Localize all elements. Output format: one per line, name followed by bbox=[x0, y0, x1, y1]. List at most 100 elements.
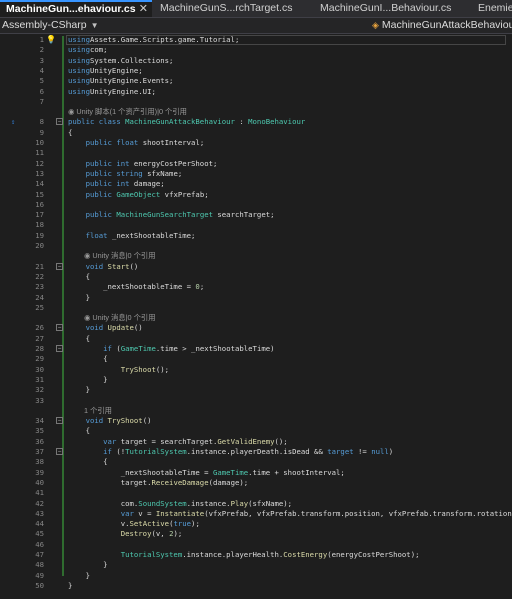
code-line[interactable]: 39 _nextShootableTime = GameTime.time + … bbox=[0, 468, 512, 478]
code-text[interactable]: _nextShootableTime = 0; bbox=[68, 282, 204, 292]
code-line[interactable]: 19 float _nextShootableTime; bbox=[0, 231, 512, 241]
code-text[interactable]: if (!TutorialSystem.instance.playerDeath… bbox=[68, 447, 393, 457]
fold-toggle-icon[interactable]: − bbox=[56, 448, 63, 455]
lightbulb-icon[interactable]: 💡 bbox=[46, 35, 56, 44]
fold-toggle-icon[interactable]: − bbox=[56, 118, 63, 126]
code-line[interactable]: 7 bbox=[0, 97, 512, 107]
code-line[interactable]: 10 public float shootInterval; bbox=[0, 138, 512, 148]
code-line[interactable]: 6 usingUnityEngine.UI; bbox=[0, 87, 512, 97]
code-line[interactable]: 32 } bbox=[0, 385, 512, 395]
code-text[interactable]: var target = searchTarget.GetValidEnemy(… bbox=[68, 437, 288, 447]
tab-machinegun-search-target[interactable]: MachineGunS...rchTarget.cs bbox=[154, 0, 312, 17]
code-line[interactable]: 22 { bbox=[0, 272, 512, 282]
code-text[interactable]: { bbox=[68, 354, 107, 364]
code-text[interactable]: { bbox=[68, 272, 90, 282]
code-line[interactable]: 12 public int energyCostPerShoot; bbox=[0, 159, 512, 169]
code-line[interactable]: 46 bbox=[0, 540, 512, 550]
code-line[interactable]: 14 public int damage; bbox=[0, 179, 512, 189]
code-text[interactable]: usingUnityEngine.Events; bbox=[68, 76, 173, 86]
code-text[interactable]: } bbox=[68, 560, 107, 570]
code-line[interactable]: 42 com.SoundSystem.instance.Play(sfxName… bbox=[0, 499, 512, 509]
code-line[interactable]: 44 v.SetActive(true); bbox=[0, 519, 512, 529]
fold-toggle-icon[interactable]: − bbox=[56, 417, 63, 425]
code-text[interactable]: } bbox=[68, 571, 90, 581]
code-text[interactable]: v.SetActive(true); bbox=[68, 519, 200, 529]
code-line[interactable]: 50} bbox=[0, 581, 512, 591]
code-line[interactable]: 21 void Start() − bbox=[0, 262, 512, 272]
code-text[interactable]: void Start() bbox=[68, 262, 139, 272]
code-line[interactable]: 2 usingcom; bbox=[0, 45, 512, 55]
code-text[interactable]: _nextShootableTime = GameTime.time + sho… bbox=[68, 468, 345, 478]
code-text[interactable]: usingUnityEngine; bbox=[68, 66, 143, 76]
code-text[interactable]: public GameObject vfxPrefab; bbox=[68, 190, 209, 200]
project-dropdown[interactable]: Assembly-CSharp ▼ bbox=[2, 18, 99, 33]
code-line[interactable]: 4 usingUnityEngine; bbox=[0, 66, 512, 76]
code-text[interactable]: { bbox=[68, 128, 72, 138]
code-line[interactable]: 17 public MachineGunSearchTarget searchT… bbox=[0, 210, 512, 220]
tab-enemies[interactable]: Enemies bbox=[472, 0, 512, 17]
code-text[interactable]: { bbox=[68, 334, 90, 344]
code-text[interactable]: float _nextShootableTime; bbox=[68, 231, 196, 241]
code-text[interactable]: } bbox=[68, 375, 107, 385]
code-text[interactable]: target.ReceiveDamage(damage); bbox=[68, 478, 248, 488]
code-text[interactable]: if (GameTime.time > _nextShootableTime) bbox=[68, 344, 274, 354]
code-text[interactable]: Destroy(v, 2); bbox=[68, 529, 183, 539]
code-line[interactable]: 45 Destroy(v, 2); bbox=[0, 529, 512, 539]
code-line[interactable]: 38 { bbox=[0, 457, 512, 467]
tab-machinegun-idle-behaviour[interactable]: MachineGunI...Behaviour.cs bbox=[314, 0, 470, 17]
fold-toggle-icon[interactable]: − bbox=[56, 345, 63, 352]
code-line[interactable]: 8 public class MachineGunAttackBehaviour … bbox=[0, 117, 512, 127]
code-line[interactable]: 9{ bbox=[0, 128, 512, 138]
code-line[interactable]: 13 public string sfxName; bbox=[0, 169, 512, 179]
tab-machinegun-attack-behaviour[interactable]: MachineGun...ehaviour.cs ✕ bbox=[0, 0, 152, 17]
code-line[interactable]: 40 target.ReceiveDamage(damage); bbox=[0, 478, 512, 488]
code-line[interactable]: 24 } bbox=[0, 293, 512, 303]
code-text[interactable]: void Update() bbox=[68, 323, 143, 333]
codelens-text[interactable]: ◉ Unity 脚本(1 个资产引用)|0 个引用 bbox=[68, 107, 187, 117]
code-line[interactable]: 37 if (!TutorialSystem.instance.playerDe… bbox=[0, 447, 512, 457]
code-line[interactable]: 18 bbox=[0, 220, 512, 230]
code-line[interactable]: 28 if (GameTime.time > _nextShootableTim… bbox=[0, 344, 512, 354]
code-text[interactable]: } bbox=[68, 385, 90, 395]
code-text[interactable]: usingSystem.Collections; bbox=[68, 56, 173, 66]
code-text[interactable]: { bbox=[68, 457, 107, 467]
code-text[interactable]: { bbox=[68, 426, 90, 436]
code-line[interactable]: 20 bbox=[0, 241, 512, 251]
code-editor[interactable]: 1 usingAssets.Game.Scripts.game.Tutorial;… bbox=[0, 34, 512, 599]
code-text[interactable]: public float shootInterval; bbox=[68, 138, 205, 148]
code-line[interactable]: 3 usingSystem.Collections; bbox=[0, 56, 512, 66]
code-line[interactable]: 29 { bbox=[0, 354, 512, 364]
code-line[interactable]: 48 } bbox=[0, 560, 512, 570]
codelens[interactable]: ◉ Unity 消息|0 个引用 bbox=[0, 251, 512, 261]
code-text[interactable]: } bbox=[68, 581, 72, 591]
code-line[interactable]: 16 bbox=[0, 200, 512, 210]
codelens[interactable]: ◉ Unity 消息|0 个引用 bbox=[0, 313, 512, 323]
codelens-text[interactable]: 1 个引用 bbox=[84, 406, 112, 416]
code-line[interactable]: 31 } bbox=[0, 375, 512, 385]
code-line[interactable]: 23 _nextShootableTime = 0; bbox=[0, 282, 512, 292]
code-line[interactable]: 41 bbox=[0, 488, 512, 498]
code-text[interactable]: var v = Instantiate(vfxPrefab, vfxPrefab… bbox=[68, 509, 512, 519]
code-line[interactable]: 1 usingAssets.Game.Scripts.game.Tutorial;… bbox=[0, 35, 512, 45]
code-text[interactable]: public int energyCostPerShoot; bbox=[68, 159, 218, 169]
code-line[interactable]: 49 } bbox=[0, 571, 512, 581]
codelens-text[interactable]: ◉ Unity 消息|0 个引用 bbox=[84, 251, 156, 261]
code-text[interactable]: public class MachineGunAttackBehaviour :… bbox=[68, 117, 305, 127]
code-line[interactable]: 34 void TryShoot() − bbox=[0, 416, 512, 426]
code-line[interactable]: 11 bbox=[0, 148, 512, 158]
code-line[interactable]: 33 bbox=[0, 396, 512, 406]
code-text[interactable]: } bbox=[68, 293, 90, 303]
code-line[interactable]: 36 var target = searchTarget.GetValidEne… bbox=[0, 437, 512, 447]
code-line[interactable]: 30 TryShoot(); bbox=[0, 365, 512, 375]
code-line[interactable]: 47 TutorialSystem.instance.playerHealth.… bbox=[0, 550, 512, 560]
code-text[interactable]: public int damage; bbox=[68, 179, 165, 189]
codelens[interactable]: ◉ Unity 脚本(1 个资产引用)|0 个引用 bbox=[0, 107, 512, 117]
code-line[interactable]: 25 bbox=[0, 303, 512, 313]
implementation-glyph-icon[interactable]: ⇪ bbox=[11, 118, 21, 126]
close-icon[interactable]: ✕ bbox=[139, 2, 148, 17]
codelens[interactable]: 1 个引用 bbox=[0, 406, 512, 416]
code-line[interactable]: 26 void Update() − bbox=[0, 323, 512, 333]
code-line[interactable]: 43 var v = Instantiate(vfxPrefab, vfxPre… bbox=[0, 509, 512, 519]
code-text[interactable]: TryShoot(); bbox=[68, 365, 169, 375]
codelens-text[interactable]: ◉ Unity 消息|0 个引用 bbox=[84, 313, 156, 323]
